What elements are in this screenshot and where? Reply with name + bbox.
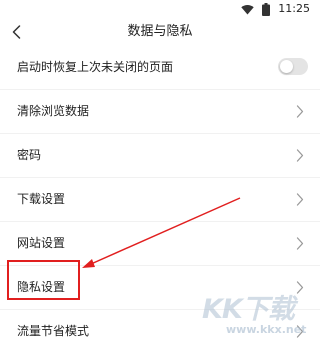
- settings-list: 启动时恢复上次未关闭的页面 清除浏览数据 密码 下载设置 网站设置 隐私设置 流…: [0, 46, 320, 345]
- chevron-right-icon: [296, 281, 304, 294]
- battery-icon: [262, 2, 271, 16]
- chevron-right-icon: [296, 325, 304, 338]
- restore-pages-toggle[interactable]: [278, 58, 308, 75]
- setting-downloads[interactable]: 下载设置: [0, 177, 320, 221]
- setting-passwords[interactable]: 密码: [0, 133, 320, 177]
- privacy-highlight-box: [7, 260, 80, 300]
- setting-label: 网站设置: [17, 236, 66, 250]
- setting-label: 下载设置: [17, 192, 66, 206]
- setting-site-settings[interactable]: 网站设置: [0, 221, 320, 265]
- wifi-icon: [241, 4, 254, 14]
- setting-clear-browsing-data[interactable]: 清除浏览数据: [0, 89, 320, 133]
- chevron-right-icon: [296, 193, 304, 206]
- header: 数据与隐私: [0, 18, 320, 46]
- chevron-right-icon: [296, 105, 304, 118]
- toggle-knob: [280, 60, 293, 73]
- setting-label: 清除浏览数据: [17, 104, 90, 118]
- screen: 11:25 数据与隐私 启动时恢复上次未关闭的页面 清除浏览数据 密码 下载设置…: [0, 0, 320, 345]
- page-title: 数据与隐私: [127, 24, 193, 39]
- status-bar: 11:25: [0, 0, 320, 18]
- status-time: 11:25: [278, 2, 310, 15]
- setting-label: 密码: [17, 148, 42, 162]
- chevron-right-icon: [296, 149, 304, 162]
- status-icons: 11:25: [241, 2, 310, 16]
- setting-label: 流量节省模式: [17, 324, 90, 338]
- chevron-right-icon: [296, 237, 304, 250]
- setting-label: 启动时恢复上次未关闭的页面: [17, 60, 174, 74]
- setting-restore-pages[interactable]: 启动时恢复上次未关闭的页面: [0, 46, 320, 89]
- setting-data-saver[interactable]: 流量节省模式: [0, 309, 320, 345]
